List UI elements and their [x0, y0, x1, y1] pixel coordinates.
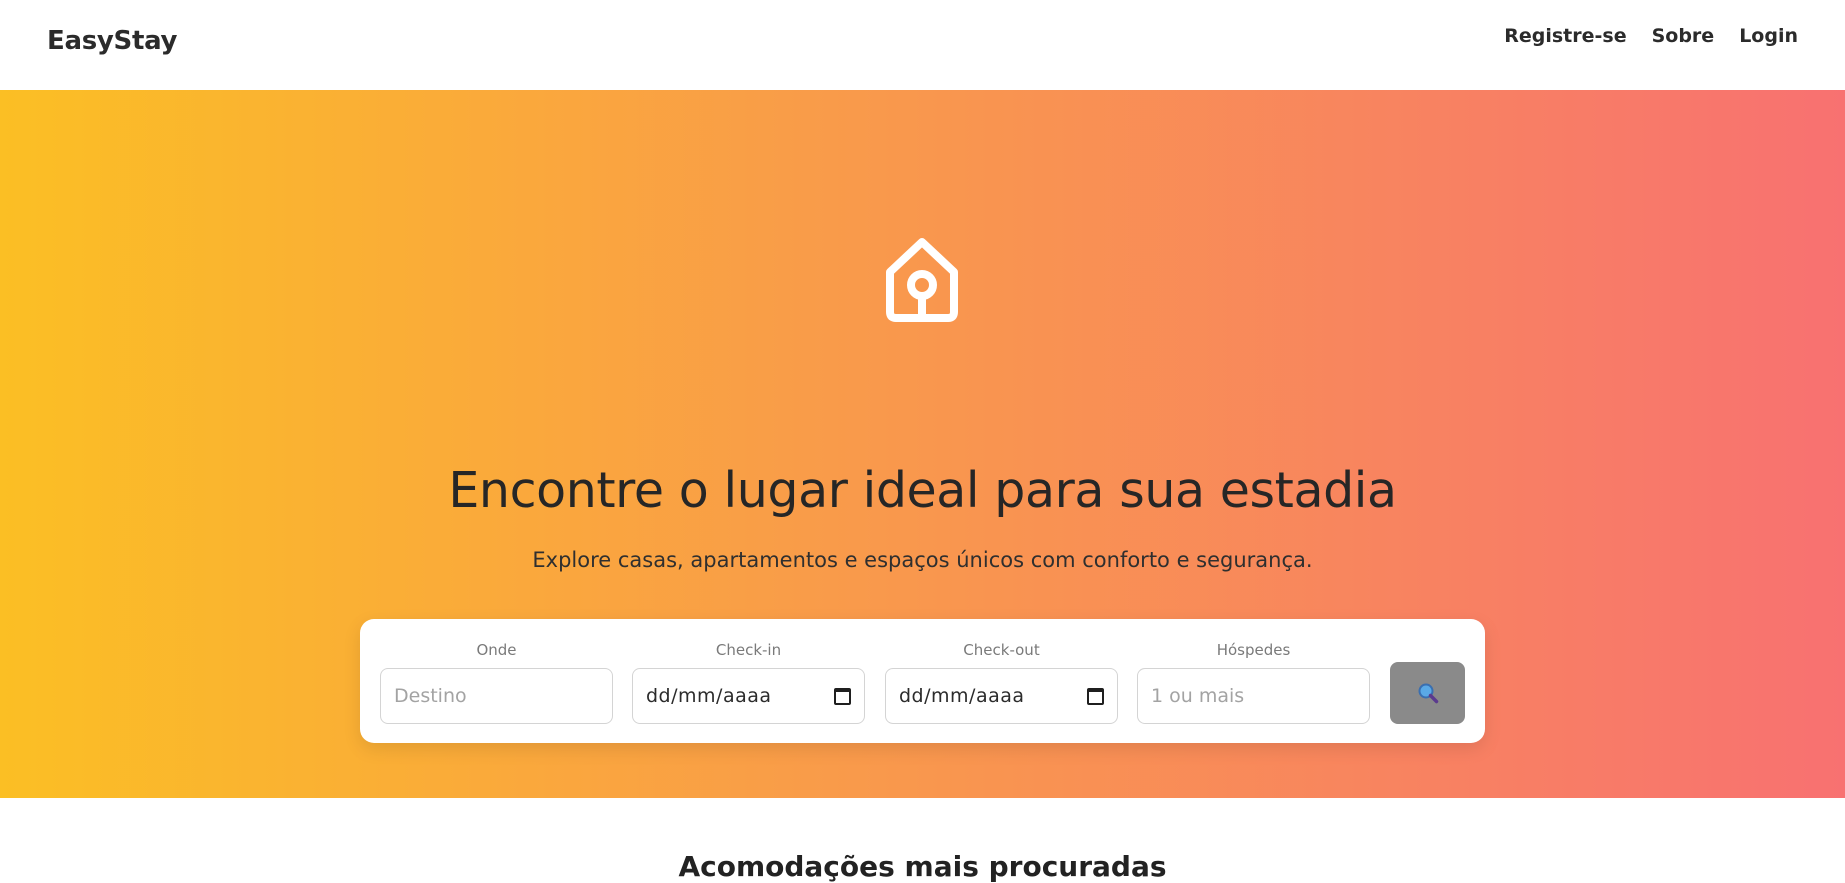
- guests-input-wrapper: [1137, 668, 1370, 724]
- hero-title: Encontre o lugar ideal para sua estadia: [448, 462, 1397, 519]
- checkin-date-value: dd/mm/aaaa: [646, 685, 772, 707]
- popular-stays-heading: Acomodações mais procuradas: [678, 850, 1167, 883]
- guests-label: Hóspedes: [1216, 641, 1291, 659]
- hero-banner: Encontre o lugar ideal para sua estadia …: [0, 90, 1845, 798]
- top-navbar: EasyStay Registre-se Sobre Login: [0, 0, 1845, 90]
- search-form: Onde Check-in dd/mm/aaaa Check-out dd/mm…: [360, 619, 1485, 743]
- checkout-date-value: dd/mm/aaaa: [899, 685, 1025, 707]
- where-input-wrapper: [380, 668, 613, 724]
- brand-logo[interactable]: EasyStay: [47, 26, 177, 56]
- guests-input[interactable]: [1151, 685, 1356, 707]
- magnifier-icon: [1418, 683, 1438, 704]
- hero-subtitle: Explore casas, apartamentos e espaços ún…: [532, 548, 1313, 572]
- search-button[interactable]: [1390, 662, 1465, 724]
- calendar-icon[interactable]: [1087, 687, 1104, 705]
- checkout-date-input[interactable]: dd/mm/aaaa: [885, 668, 1118, 724]
- checkout-label: Check-out: [963, 641, 1040, 659]
- destination-input[interactable]: [394, 685, 599, 707]
- checkin-date-input[interactable]: dd/mm/aaaa: [632, 668, 865, 724]
- nav-about-link[interactable]: Sobre: [1652, 25, 1715, 47]
- nav-login-link[interactable]: Login: [1739, 25, 1798, 47]
- checkin-label: Check-in: [715, 641, 782, 659]
- main-nav: Registre-se Sobre Login: [1504, 25, 1798, 47]
- nav-register-link[interactable]: Registre-se: [1504, 25, 1626, 47]
- house-location-icon: [886, 238, 958, 322]
- where-label: Onde: [476, 641, 517, 659]
- calendar-icon[interactable]: [834, 687, 851, 705]
